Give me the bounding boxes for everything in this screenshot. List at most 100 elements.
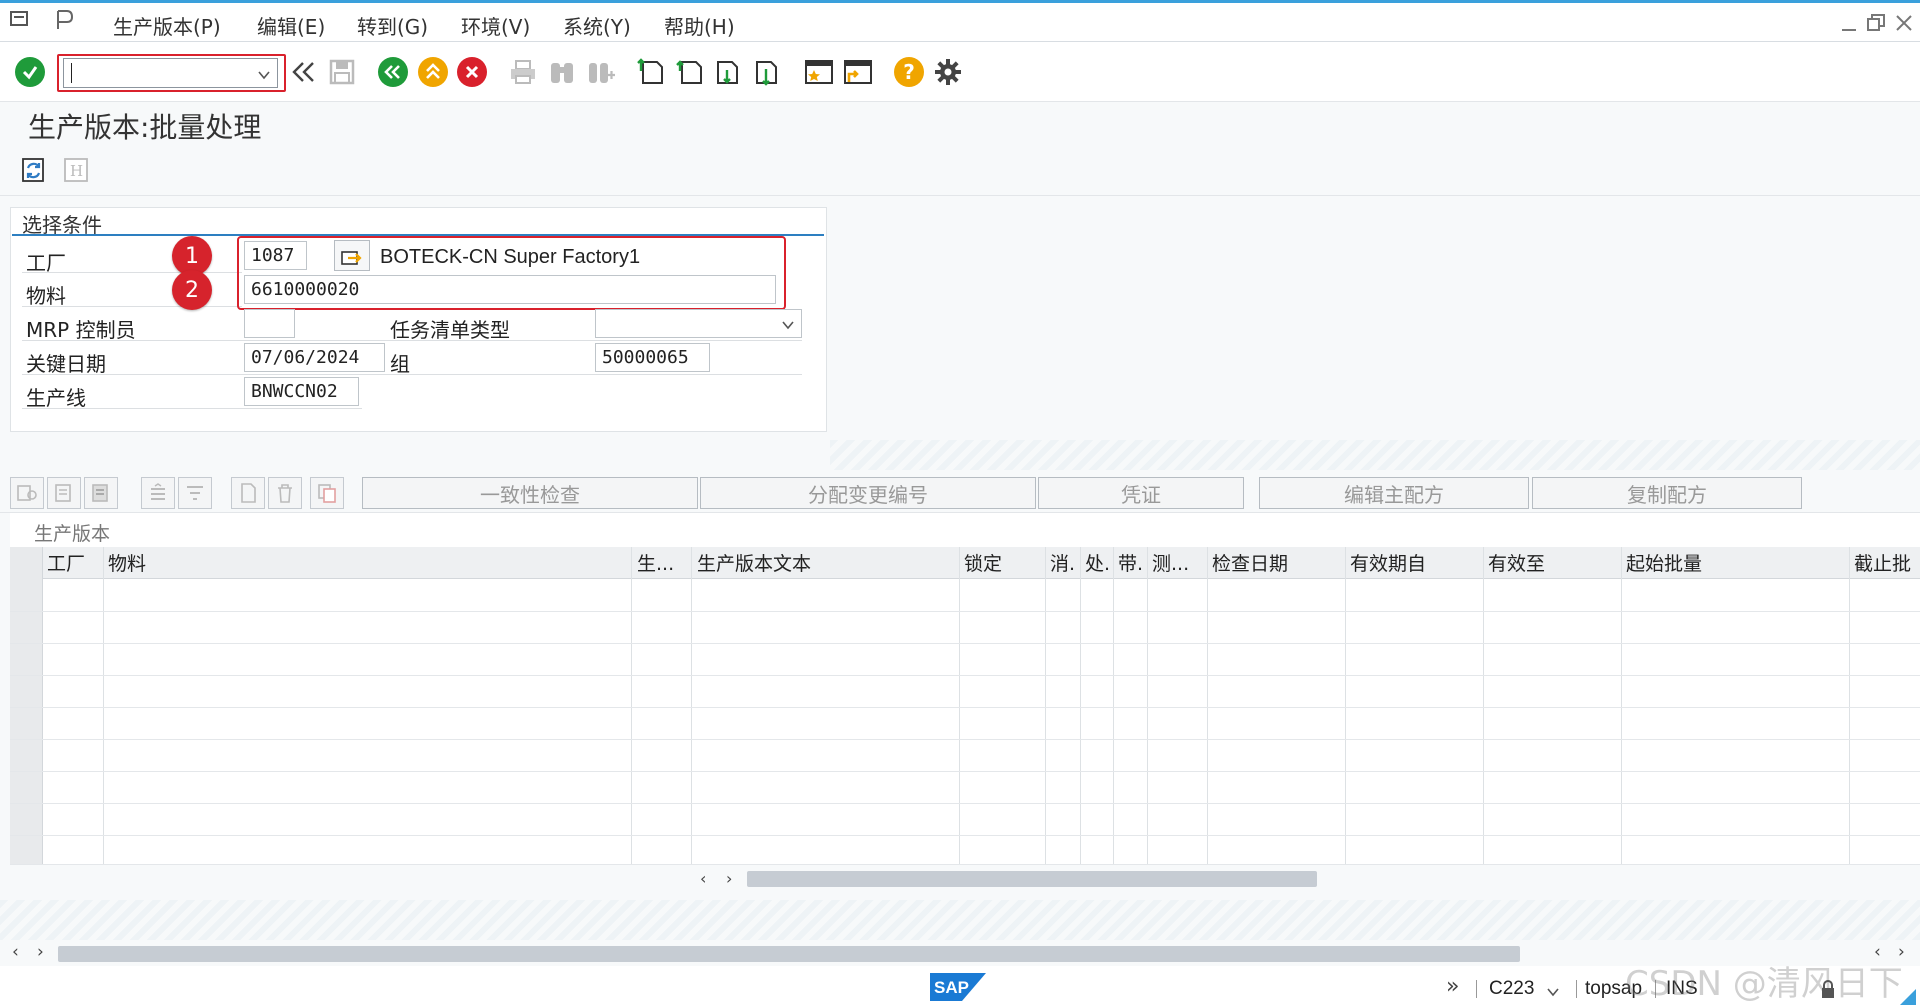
table-scroll-right-icon[interactable]: › [726,869,732,888]
held-data-icon: H [62,156,90,184]
column-header-plant[interactable]: 工厂 [47,549,85,579]
shortcut-icon[interactable] [843,57,873,87]
column-header-version-text[interactable]: 生产版本文本 [697,549,811,579]
menu-bar: 生产版本(P) 编辑(E) 转到(G) 环境(V) 系统(Y) 帮助(H) [0,0,1920,42]
row-divider [22,374,802,375]
column-divider [1207,547,1208,865]
menu-edit[interactable]: 编辑(E) [257,11,325,40]
resize-grip-icon[interactable] [1900,988,1916,1005]
menu-goto[interactable]: 转到(G) [357,11,428,40]
column-header-valid-to[interactable]: 有效至 [1488,549,1545,579]
minimize-icon[interactable] [1840,15,1858,33]
table-row[interactable] [10,739,1920,740]
column-header-processing[interactable]: 处. [1085,549,1110,579]
column-divider [959,547,960,865]
column-divider [1849,547,1850,865]
first-page-icon[interactable] [636,57,666,87]
prev-page-icon[interactable] [675,57,705,87]
key-date-field[interactable]: 07/06/2024 [244,343,385,372]
consistency-check-button: 一致性检查 [362,477,698,509]
chevron-down-icon[interactable] [1546,982,1560,997]
expand-status-icon[interactable]: » [1446,974,1459,999]
annotation-badge-2: 2 [172,270,212,310]
delete-icon [268,477,302,509]
table-title: 生产版本 [34,523,111,545]
column-header-locked[interactable]: 锁定 [964,549,1002,579]
column-divider [1621,547,1622,865]
column-header-from-lot-size[interactable]: 起始批量 [1626,549,1702,579]
refresh-icon[interactable] [20,156,48,184]
back-double-icon[interactable] [288,57,318,87]
sap-logo-small-icon [54,9,74,31]
command-field[interactable] [63,58,278,88]
copy-recipe-button: 复制配方 [1532,477,1802,509]
table-row[interactable] [10,643,1920,644]
divider [0,195,1920,196]
help-icon[interactable]: ? [894,57,924,87]
sap-logo-text: SAP [934,978,969,997]
column-header-to-lot-size[interactable]: 截止批 [1854,549,1911,579]
column-divider [631,547,632,865]
menu-environment[interactable]: 环境(V) [461,11,530,40]
table-row[interactable] [10,803,1920,804]
edit-master-recipe-button: 编辑主配方 [1259,477,1529,509]
table-row[interactable] [10,771,1920,772]
enter-icon[interactable] [15,57,45,87]
menu-toggle-icon[interactable] [10,9,30,29]
production-line-field[interactable]: BNWCCN02 [244,377,359,406]
status-divider [1576,980,1577,998]
restore-icon[interactable] [1866,13,1886,33]
create-icon [231,477,265,509]
table-scroll-left-icon[interactable]: ‹ [700,869,706,888]
watermark: CSDN @清风日下 [1625,964,1903,1004]
column-header-check-date[interactable]: 检查日期 [1212,549,1288,579]
system-id[interactable]: C223 [1489,978,1534,1000]
column-header-production-version[interactable]: 生... [637,549,674,579]
deselect-all-icon [84,477,118,509]
menu-system[interactable]: 系统(Y) [563,11,631,40]
menu-help[interactable]: 帮助(H) [664,11,735,40]
screen-scroll-left-icon[interactable]: ‹ [12,942,19,962]
column-header-valid-from[interactable]: 有效期自 [1350,549,1426,579]
table-scrollbar-thumb[interactable] [747,871,1317,887]
column-header-test[interactable]: 测... [1152,549,1189,579]
exit-icon[interactable] [418,57,448,87]
column-header-with[interactable]: 带. [1118,549,1143,579]
column-divider [691,547,692,865]
details-icon [10,477,44,509]
column-header-material[interactable]: 物料 [108,549,146,579]
last-page-icon[interactable] [753,57,783,87]
next-page-icon[interactable] [714,57,744,87]
task-list-type-label: 任务清单类型 [390,318,510,342]
screen-scroll-right-icon[interactable]: › [37,942,44,962]
menu-production-version[interactable]: 生产版本(P) [113,11,221,40]
table-row[interactable] [10,707,1920,708]
row-selector-column[interactable] [10,547,43,865]
settings-icon[interactable] [933,57,963,87]
table-row[interactable] [10,675,1920,676]
print-icon [508,57,538,87]
chevron-down-icon[interactable] [257,65,271,80]
column-divider [1147,547,1148,865]
column-divider [103,547,104,865]
column-divider [1045,547,1046,865]
screen-scrollbar-thumb[interactable] [58,946,1520,962]
table-row[interactable] [10,864,1920,865]
close-window-icon[interactable] [1894,13,1914,33]
save-icon [327,57,357,87]
table-row[interactable] [10,835,1920,836]
group-field[interactable]: 50000065 [595,343,710,372]
mrp-controller-field[interactable] [244,309,295,338]
key-date-label: 关键日期 [26,352,106,376]
background-band [830,440,1920,470]
column-header-consumption[interactable]: 消. [1050,549,1075,579]
plant-label: 工厂 [26,251,66,275]
new-session-icon[interactable] [804,57,834,87]
material-label: 物料 [26,284,66,308]
task-list-type-dropdown[interactable] [595,309,802,338]
cancel-icon[interactable] [457,57,487,87]
table-row[interactable] [10,611,1920,612]
back-icon[interactable] [378,57,408,87]
status-divider [1476,980,1477,998]
filter-icon [178,477,212,509]
